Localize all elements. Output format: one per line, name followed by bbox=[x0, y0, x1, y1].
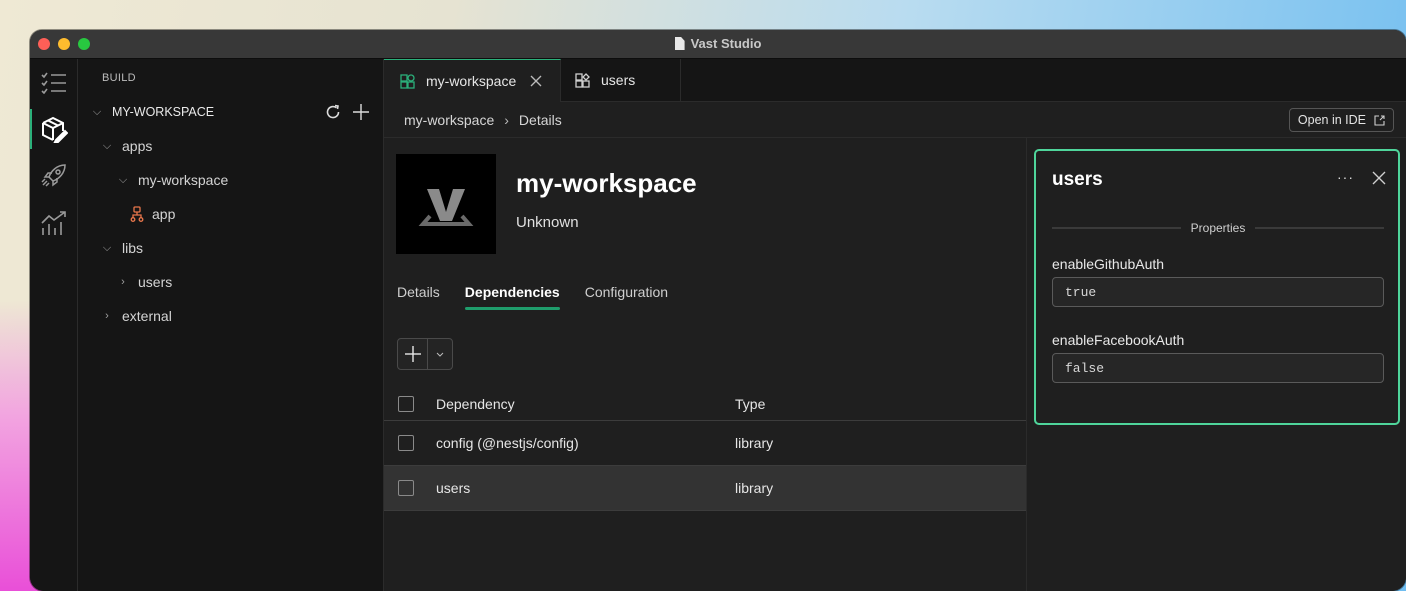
tree-item-app[interactable]: app bbox=[78, 199, 383, 229]
row-checkbox[interactable] bbox=[398, 480, 414, 496]
document-icon bbox=[674, 37, 685, 50]
tree-item-label: libs bbox=[122, 240, 144, 256]
section-title: Properties bbox=[1190, 221, 1246, 235]
add-icon[interactable] bbox=[353, 104, 369, 120]
add-dependency-button[interactable] bbox=[398, 339, 428, 369]
column-header-dependency[interactable]: Dependency bbox=[436, 396, 515, 412]
table-row[interactable]: config (@nestjs/config) library bbox=[384, 421, 1026, 466]
dependency-name: config (@nestjs/config) bbox=[436, 435, 579, 451]
chart-icon bbox=[40, 211, 66, 235]
tree-item-users[interactable]: › users bbox=[78, 267, 383, 297]
table-row[interactable]: users library bbox=[384, 466, 1026, 511]
chevron-down-icon: ⌵ bbox=[102, 242, 112, 254]
row-checkbox[interactable] bbox=[398, 435, 414, 451]
tree-item-external[interactable]: › external bbox=[78, 301, 383, 331]
project-logo bbox=[396, 154, 496, 254]
checklist-icon bbox=[40, 72, 66, 94]
tab-details[interactable]: Details bbox=[397, 284, 440, 310]
detail-tabs: Details Dependencies Configuration bbox=[397, 284, 693, 310]
project-title: my-workspace bbox=[516, 168, 697, 198]
chevron-right-icon: › bbox=[504, 111, 509, 128]
vast-logo-icon bbox=[418, 189, 474, 226]
dependency-name: users bbox=[436, 480, 471, 496]
refresh-icon[interactable] bbox=[325, 104, 341, 120]
close-icon[interactable] bbox=[1372, 171, 1386, 185]
title-bar: Vast Studio bbox=[30, 30, 1406, 59]
open-in-ide-button[interactable]: Open in IDE bbox=[1288, 108, 1394, 132]
explorer-section-title: BUILD bbox=[102, 72, 136, 84]
tree-item-label: my-workspace bbox=[138, 172, 229, 188]
activity-item-deploy[interactable] bbox=[30, 156, 77, 196]
property-label: enableGithubAuth bbox=[1052, 256, 1165, 272]
tree-item-my-workspace[interactable]: ⌵ my-workspace bbox=[78, 165, 383, 195]
tree-item-label: apps bbox=[122, 138, 153, 154]
window-title: Vast Studio bbox=[690, 36, 762, 51]
properties-panel: users ··· Properties enableGithubAuth en… bbox=[1034, 149, 1400, 425]
tree-item-label: external bbox=[122, 308, 172, 324]
project-subtitle: Unknown bbox=[516, 214, 579, 231]
chevron-right-icon: › bbox=[105, 310, 109, 322]
tab-label: users bbox=[601, 72, 636, 88]
chevron-down-icon: ⌵ bbox=[118, 174, 128, 186]
activity-item-analytics[interactable] bbox=[30, 203, 77, 243]
tree-item-label: app bbox=[152, 206, 176, 222]
panel-title: users bbox=[1052, 169, 1103, 190]
tab-bar: my-workspace users bbox=[384, 59, 1406, 102]
dependency-type: library bbox=[735, 435, 774, 451]
add-dependency-dropdown[interactable] bbox=[428, 339, 452, 369]
library-icon bbox=[575, 72, 590, 88]
property-label: enableFacebookAuth bbox=[1052, 332, 1185, 348]
dependency-type: library bbox=[735, 480, 774, 496]
main-area: my-workspace users my-workspace › Detail… bbox=[384, 59, 1406, 591]
open-in-ide-label: Open in IDE bbox=[1297, 113, 1366, 127]
table-header: Dependency Type bbox=[384, 388, 1026, 421]
tab-label: my-workspace bbox=[426, 73, 517, 89]
properties-divider: Properties bbox=[1052, 221, 1385, 235]
tree-item-label: users bbox=[138, 274, 173, 290]
chevron-down-icon: ⌵ bbox=[102, 140, 112, 152]
workspace-row[interactable]: ⌵ MY-WORKSPACE bbox=[78, 97, 383, 127]
external-link-icon bbox=[1374, 114, 1385, 126]
tab-users[interactable]: users bbox=[561, 59, 681, 101]
chevron-down-icon: ⌵ bbox=[92, 106, 102, 118]
tree-item-libs[interactable]: ⌵ libs bbox=[78, 233, 383, 263]
enable-github-auth-input[interactable] bbox=[1052, 277, 1384, 307]
app-component-icon bbox=[130, 206, 144, 222]
rocket-icon bbox=[40, 164, 66, 187]
app-window: Vast Studio BUILD ⌵ MY-WORKSPACE ⌵ apps … bbox=[30, 30, 1406, 591]
select-all-checkbox[interactable] bbox=[398, 396, 414, 412]
close-icon[interactable] bbox=[530, 75, 542, 87]
breadcrumb-item[interactable]: Details bbox=[519, 112, 562, 128]
tab-configuration[interactable]: Configuration bbox=[585, 284, 668, 310]
breadcrumb: my-workspace › Details Open in IDE bbox=[384, 102, 1406, 138]
workspace-name: MY-WORKSPACE bbox=[112, 105, 215, 119]
tree-item-apps[interactable]: ⌵ apps bbox=[78, 131, 383, 161]
activity-item-tasks[interactable] bbox=[30, 63, 77, 103]
breadcrumb-item[interactable]: my-workspace bbox=[404, 112, 494, 128]
chevron-right-icon: › bbox=[121, 276, 125, 288]
activity-bar bbox=[30, 59, 78, 591]
enable-facebook-auth-input[interactable] bbox=[1052, 353, 1384, 383]
add-dependency-split-button bbox=[397, 338, 453, 370]
tab-dependencies[interactable]: Dependencies bbox=[464, 284, 560, 310]
package-edit-icon bbox=[41, 116, 68, 143]
details-content: my-workspace Unknown Details Dependencie… bbox=[384, 138, 1027, 591]
column-header-type[interactable]: Type bbox=[735, 396, 765, 412]
dependencies-table: Dependency Type config (@nestjs/config) … bbox=[384, 388, 1026, 511]
activity-item-build[interactable] bbox=[30, 109, 77, 149]
chevron-down-icon bbox=[436, 352, 444, 357]
add-icon bbox=[404, 346, 421, 362]
project-icon bbox=[400, 73, 415, 89]
more-options-icon[interactable]: ··· bbox=[1337, 169, 1354, 185]
tab-my-workspace[interactable]: my-workspace bbox=[384, 59, 561, 102]
explorer-sidebar: BUILD ⌵ MY-WORKSPACE ⌵ apps ⌵ my-workspa… bbox=[78, 59, 384, 591]
